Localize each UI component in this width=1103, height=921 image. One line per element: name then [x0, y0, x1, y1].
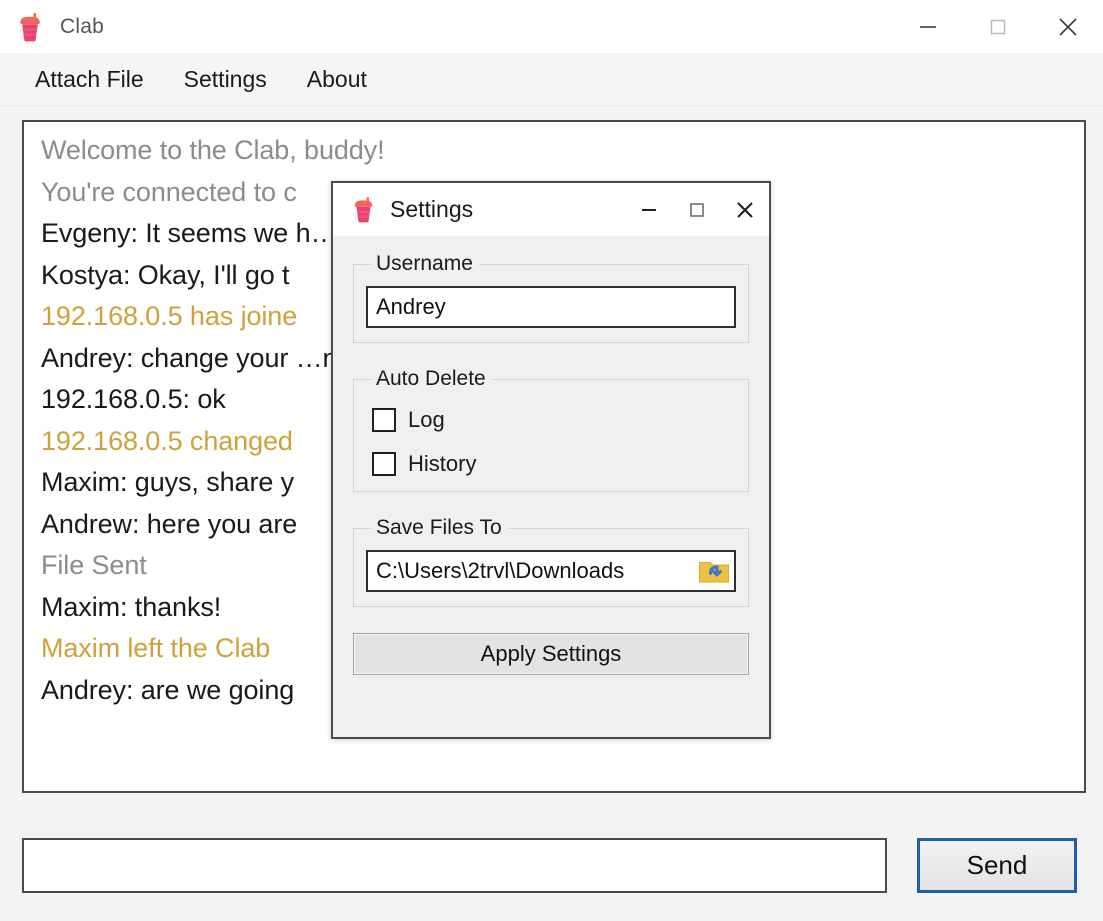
open-folder-icon[interactable] — [698, 558, 730, 585]
minimize-icon[interactable] — [893, 0, 963, 53]
menu-attach-file[interactable]: Attach File — [27, 62, 152, 97]
chat-line: Welcome to the Clab, buddy! — [41, 135, 385, 165]
username-input[interactable] — [366, 286, 736, 328]
username-group: Username — [353, 252, 749, 343]
menu-about[interactable]: About — [299, 62, 375, 97]
cup-icon — [16, 12, 44, 42]
composer-bar: Send — [22, 810, 1086, 921]
close-icon[interactable] — [721, 183, 769, 236]
window-controls — [893, 0, 1103, 53]
app-title: Clab — [60, 14, 104, 38]
checkbox-log-label: Log — [408, 407, 445, 432]
save-path-input[interactable] — [366, 550, 736, 592]
settings-dialog: Settings Username Auto Delete Log — [331, 181, 771, 739]
settings-window-controls — [625, 183, 769, 236]
message-input[interactable] — [22, 838, 887, 893]
checkbox-history-label: History — [408, 451, 477, 476]
save-files-to-group: Save Files To — [353, 516, 749, 607]
save-path-row — [366, 550, 736, 592]
auto-delete-legend: Auto Delete — [376, 367, 486, 390]
main-titlebar: Clab — [0, 0, 1103, 53]
menubar: Attach File Settings About — [0, 53, 1103, 106]
save-files-to-legend: Save Files To — [376, 516, 502, 539]
maximize-icon[interactable] — [673, 183, 721, 236]
auto-delete-group: Auto Delete Log History — [353, 367, 749, 492]
checkbox-history[interactable]: History — [372, 451, 736, 477]
cup-icon — [351, 196, 376, 223]
settings-titlebar: Settings — [333, 183, 769, 236]
settings-title: Settings — [390, 196, 474, 222]
apply-settings-button[interactable]: Apply Settings — [353, 633, 749, 675]
close-icon[interactable] — [1033, 0, 1103, 53]
chat-scrollbar[interactable] — [1069, 122, 1084, 791]
checkbox-box-icon — [372, 408, 396, 432]
checkbox-box-icon — [372, 452, 396, 476]
settings-content: Username Auto Delete Log History Save Fi… — [333, 236, 769, 737]
username-legend: Username — [376, 252, 473, 275]
minimize-icon[interactable] — [625, 183, 673, 236]
menu-settings[interactable]: Settings — [176, 62, 275, 97]
maximize-icon[interactable] — [963, 0, 1033, 53]
checkbox-log[interactable]: Log — [372, 407, 736, 433]
send-button[interactable]: Send — [917, 838, 1077, 893]
